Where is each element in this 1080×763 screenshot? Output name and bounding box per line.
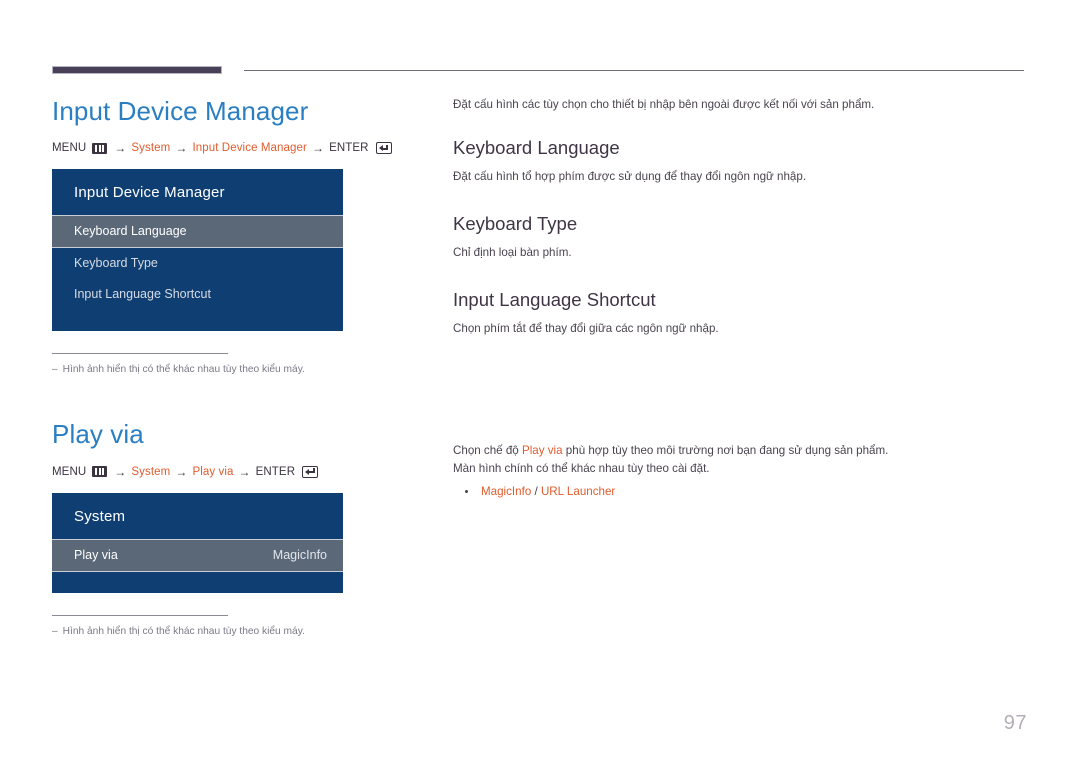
breadcrumb-arrow-2: →	[175, 141, 188, 156]
page-title: Play via	[52, 419, 144, 450]
enter-key-icon	[375, 142, 392, 155]
footnote-rule	[52, 353, 228, 355]
osd-bottom-spacer	[52, 310, 343, 331]
bullet-dot-icon	[465, 490, 468, 494]
osd-row-label: Play via	[74, 547, 118, 562]
osd-menu-input-device-manager: Input Device Manager Keyboard Language K…	[52, 169, 343, 332]
breadcrumb-arrow-3: →	[238, 464, 251, 479]
footnote-text: Hình ảnh hiển thị có thể khác nhau tùy t…	[62, 364, 305, 376]
page-number: 97	[1003, 712, 1027, 734]
osd-row-label: Keyboard Language	[74, 224, 187, 239]
osd-row-input-language-shortcut[interactable]: Input Language Shortcut	[52, 279, 343, 310]
play-via-description: Chọn chế độ Play via phù hợp tùy theo mô…	[453, 442, 1028, 502]
topic-input-language-shortcut: Input Language Shortcut Chọn phím tắt để…	[453, 288, 1028, 338]
breadcrumb-arrow-2: →	[175, 464, 188, 479]
list-item: MagicInfo / URL Launcher	[453, 482, 1028, 502]
play-via-text-pre: Chọn chế độ	[453, 444, 522, 458]
intro-description: Đặt cấu hình các tùy chọn cho thiết bị n…	[453, 98, 875, 111]
footnote-text-row: ‒ Hình ảnh hiển thị có thể khác nhau tùy…	[52, 625, 402, 639]
footnote-rule	[52, 614, 228, 616]
header-accent-bar	[52, 66, 222, 74]
left-column: Input Device Manager MENU → System → Inp…	[52, 96, 402, 639]
osd-row-keyboard-type[interactable]: Keyboard Type	[52, 248, 343, 279]
enter-key-icon	[302, 465, 319, 478]
option-url-launcher[interactable]: URL Launcher	[541, 485, 615, 498]
play-via-inline-link[interactable]: Play via	[522, 444, 563, 457]
play-via-line-2: Màn hình chính có thể khác nhau tùy theo…	[453, 462, 710, 476]
topic-description: Chỉ định loại bàn phím.	[453, 246, 572, 260]
right-column: Đặt cấu hình các tùy chọn cho thiết bị n…	[453, 96, 1028, 502]
topic-description: Đặt cấu hình tổ hợp phím được sử dụng để…	[453, 170, 807, 184]
topic-heading: Keyboard Type	[453, 213, 578, 235]
breadcrumb-arrow-1: →	[114, 141, 127, 156]
breadcrumb-item-play-via[interactable]: Play via	[192, 466, 233, 478]
section-play-via: Play via MENU → System → Play via → ENTE…	[52, 419, 402, 638]
breadcrumb-menu-label: MENU	[52, 142, 87, 155]
breadcrumb: MENU → System → Input Device Manager → E…	[52, 141, 402, 155]
footnote: ‒ Hình ảnh hiển thị có thể khác nhau tùy…	[52, 353, 402, 377]
footnote-text: Hình ảnh hiển thị có thể khác nhau tùy t…	[62, 625, 305, 637]
osd-row-play-via[interactable]: Play via MagicInfo	[52, 538, 343, 572]
osd-header: System	[74, 507, 126, 525]
osd-row-value: MagicInfo	[272, 547, 327, 562]
menu-grid-icon	[92, 466, 108, 478]
footnote: ‒ Hình ảnh hiển thị có thể khác nhau tùy…	[52, 614, 402, 639]
right-column-spacer	[453, 364, 1028, 442]
topic-keyboard-language: Keyboard Language Đặt cấu hình tổ hợp ph…	[453, 136, 1028, 186]
footnote-text-row: ‒ Hình ảnh hiển thị có thể khác nhau tùy…	[52, 363, 402, 377]
breadcrumb: MENU → System → Play via → ENTER	[52, 465, 402, 479]
breadcrumb-arrow-1: →	[114, 464, 127, 479]
play-via-line-1: Chọn chế độ Play via phù hợp tùy theo mô…	[453, 442, 1028, 460]
breadcrumb-menu-label: MENU	[52, 465, 87, 478]
osd-menu-system: System Play via MagicInfo	[52, 492, 343, 593]
option-magicinfo[interactable]: MagicInfo	[481, 485, 531, 498]
breadcrumb-enter-label: ENTER	[255, 465, 296, 478]
breadcrumb-item-system[interactable]: System	[131, 142, 170, 154]
osd-header: Input Device Manager	[74, 184, 225, 202]
section-input-device-manager: Input Device Manager MENU → System → Inp…	[52, 96, 402, 377]
page-title: Input Device Manager	[52, 96, 309, 126]
breadcrumb-item-input-device-manager[interactable]: Input Device Manager	[192, 142, 307, 154]
osd-row-label: Input Language Shortcut	[74, 287, 211, 302]
topic-heading: Keyboard Language	[453, 136, 620, 158]
menu-grid-icon	[92, 142, 108, 154]
topic-keyboard-type: Keyboard Type Chỉ định loại bàn phím.	[453, 212, 1028, 262]
osd-row-label: Keyboard Type	[74, 256, 158, 271]
footnote-dash: ‒	[52, 625, 58, 637]
play-via-text-post: phù hợp tùy theo môi trường nơi bạn đang…	[562, 444, 889, 458]
breadcrumb-arrow-3: →	[311, 141, 325, 156]
play-via-options-list: MagicInfo / URL Launcher	[453, 482, 1028, 502]
breadcrumb-item-system[interactable]: System	[131, 466, 170, 478]
footnote-dash: ‒	[52, 364, 58, 376]
option-separator: /	[531, 485, 541, 499]
osd-row-keyboard-language[interactable]: Keyboard Language	[52, 215, 343, 249]
topic-heading: Input Language Shortcut	[453, 289, 656, 311]
section-divider-space	[52, 377, 402, 419]
osd-bottom-spacer	[52, 572, 343, 593]
topic-description: Chọn phím tắt để thay đổi giữa các ngôn …	[453, 322, 719, 336]
header-rule-line	[244, 70, 1024, 71]
breadcrumb-enter-label: ENTER	[329, 142, 369, 155]
